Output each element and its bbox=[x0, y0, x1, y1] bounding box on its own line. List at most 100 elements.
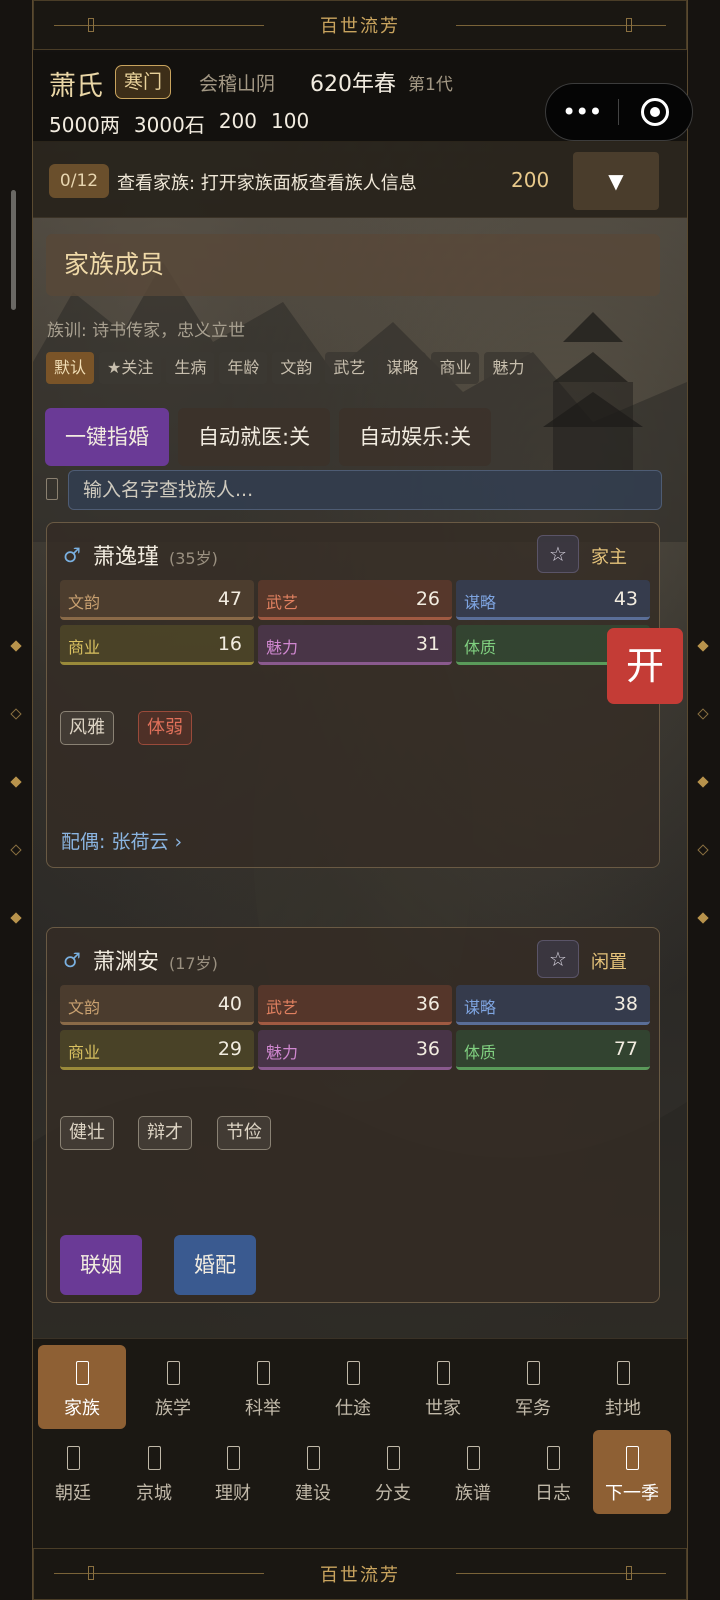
alliance-marriage-button[interactable]: 联姻 bbox=[60, 1235, 142, 1295]
section-title: 家族成员 bbox=[46, 234, 660, 296]
nav-clan-school[interactable]: 族学 bbox=[129, 1345, 217, 1429]
log-icon bbox=[546, 1446, 560, 1470]
top-banner: 百世流芳 bbox=[33, 0, 687, 50]
trait-tag: 辩才 bbox=[138, 1116, 192, 1150]
diamond-ornament bbox=[697, 776, 709, 788]
filter-age[interactable]: 年龄 bbox=[219, 352, 268, 384]
military-icon bbox=[526, 1361, 540, 1385]
bottom-banner: 百世流芳 bbox=[33, 1548, 687, 1600]
search-row bbox=[46, 470, 662, 510]
influence-resource: 100 bbox=[271, 109, 310, 133]
capital-icon bbox=[147, 1446, 161, 1470]
member-name: 萧逸瑾 bbox=[93, 545, 160, 570]
build-icon bbox=[306, 1446, 320, 1470]
grain-resource: 3000石 bbox=[133, 113, 205, 137]
filter-commerce[interactable]: 商业 bbox=[431, 352, 480, 384]
nav-build[interactable]: 建设 bbox=[273, 1430, 353, 1514]
stat-strategy: 谋略 43 bbox=[456, 580, 650, 620]
quest-expand-button[interactable]: ▼ bbox=[573, 152, 659, 210]
member-search-input[interactable] bbox=[68, 470, 662, 510]
more-menu-icon[interactable]: ••• bbox=[546, 84, 618, 140]
member-role: 家主 bbox=[591, 547, 627, 568]
diamond-ornament bbox=[10, 844, 22, 856]
filter-favorite[interactable]: ★关注 bbox=[99, 352, 162, 384]
banner-title: 百世流芳 bbox=[320, 1565, 400, 1586]
left-rail bbox=[0, 0, 33, 1600]
stat-literature: 文韵 40 bbox=[60, 985, 254, 1025]
quest-bar[interactable]: 0/12 查看家族: 打开家族面板查看族人信息 200 ▼ bbox=[33, 142, 687, 218]
family-icon bbox=[75, 1361, 89, 1385]
house-icon bbox=[436, 1361, 450, 1385]
arrange-marriage-button[interactable]: 婚配 bbox=[174, 1235, 256, 1295]
exam-icon bbox=[256, 1361, 270, 1385]
next-season-button[interactable]: 下一季 bbox=[593, 1430, 671, 1514]
genealogy-icon bbox=[466, 1446, 480, 1470]
bottom-nav: 家族 族学 科举 仕途 世家 军务 封地 朝廷 京城 理财 建设 分支 族谱 日… bbox=[33, 1338, 687, 1548]
member-card[interactable]: ♂ 萧渊安 (17岁) ☆ 闲置 文韵 40 武艺 36 谋略 38 商业 29 魅力 3… bbox=[46, 927, 660, 1303]
main-content: 0/12 查看家族: 打开家族面板查看族人信息 200 ▼ 家族成员 族训: 诗… bbox=[33, 142, 687, 1338]
member-role: 闲置 bbox=[591, 952, 627, 973]
close-miniprogram-icon[interactable] bbox=[619, 98, 693, 126]
member-card[interactable]: ♂ 萧逸瑾 (35岁) ☆ 家主 文韵 47 武艺 26 谋略 43 商业 16 魅力 3… bbox=[46, 522, 660, 868]
nav-finance[interactable]: 理财 bbox=[193, 1430, 273, 1514]
auto-leisure-toggle[interactable]: 自动娱乐:关 bbox=[339, 408, 492, 466]
member-age: (17岁) bbox=[169, 954, 218, 973]
quest-progress: 0/12 bbox=[49, 164, 109, 198]
stat-martial: 武艺 36 bbox=[258, 985, 452, 1025]
scrollbar-thumb[interactable] bbox=[11, 190, 16, 310]
nav-genealogy[interactable]: 族谱 bbox=[433, 1430, 513, 1514]
prestige-resource: 200 bbox=[218, 109, 257, 133]
favorite-star-button[interactable]: ☆ bbox=[537, 535, 579, 573]
nav-noble-houses[interactable]: 世家 bbox=[399, 1345, 487, 1429]
rank-badge: 寒门 bbox=[115, 65, 172, 99]
member-age: (35岁) bbox=[169, 549, 218, 568]
right-rail bbox=[687, 0, 720, 1600]
filter-strategy[interactable]: 谋略 bbox=[378, 352, 427, 384]
search-icon bbox=[46, 478, 58, 500]
resource-bar: 5000两 3000石 200 100 bbox=[49, 109, 309, 138]
spouse-link[interactable]: 配偶: 张荷云 › bbox=[61, 827, 182, 854]
clan-header: 萧氏 寒门 会稽山阴 620年春 第1代 5000两 3000石 200 100… bbox=[33, 52, 693, 142]
filter-default[interactable]: 默认 bbox=[46, 352, 95, 384]
diamond-ornament bbox=[697, 708, 709, 720]
male-icon: ♂ bbox=[63, 948, 81, 972]
nav-exam[interactable]: 科举 bbox=[219, 1345, 307, 1429]
diamond-ornament bbox=[10, 708, 22, 720]
nav-capital[interactable]: 京城 bbox=[114, 1430, 194, 1514]
quest-text: 查看家族: 打开家族面板查看族人信息 bbox=[117, 173, 417, 194]
career-icon bbox=[346, 1361, 360, 1385]
auto-marriage-button[interactable]: 一键指婚 bbox=[45, 408, 169, 466]
nav-log[interactable]: 日志 bbox=[513, 1430, 593, 1514]
next-season-icon bbox=[625, 1446, 639, 1470]
filter-sick[interactable]: 生病 bbox=[166, 352, 215, 384]
diamond-ornament bbox=[697, 912, 709, 924]
miniprogram-capsule: ••• bbox=[545, 83, 693, 141]
filter-charm[interactable]: 魅力 bbox=[484, 352, 533, 384]
diamond-ornament bbox=[10, 776, 22, 788]
member-name: 萧渊安 bbox=[93, 950, 160, 975]
stat-martial: 武艺 26 bbox=[258, 580, 452, 620]
male-icon: ♂ bbox=[63, 543, 81, 567]
trait-tag: 风雅 bbox=[60, 711, 114, 745]
filter-martial[interactable]: 武艺 bbox=[325, 352, 374, 384]
open-badge-button[interactable]: 开 bbox=[607, 628, 683, 704]
nav-court[interactable]: 朝廷 bbox=[33, 1430, 113, 1514]
quest-reward: 200 bbox=[511, 168, 550, 192]
stat-commerce: 商业 29 bbox=[60, 1030, 254, 1070]
banner-title: 百世流芳 bbox=[320, 16, 400, 37]
nav-fief[interactable]: 封地 bbox=[579, 1345, 667, 1429]
clan-name: 萧氏 bbox=[49, 71, 103, 102]
stat-strategy: 谋略 38 bbox=[456, 985, 650, 1025]
filter-literature[interactable]: 文韵 bbox=[272, 352, 321, 384]
nav-military[interactable]: 军务 bbox=[489, 1345, 577, 1429]
fief-icon bbox=[616, 1361, 630, 1385]
action-bar: 一键指婚 自动就医:关 自动娱乐:关 bbox=[45, 408, 492, 466]
nav-career[interactable]: 仕途 bbox=[309, 1345, 397, 1429]
location-label: 会稽山阴 bbox=[199, 73, 276, 95]
favorite-star-button[interactable]: ☆ bbox=[537, 940, 579, 978]
auto-medical-toggle[interactable]: 自动就医:关 bbox=[178, 408, 331, 466]
nav-family[interactable]: 家族 bbox=[38, 1345, 126, 1429]
trait-tag-negative: 体弱 bbox=[138, 711, 192, 745]
generation-label: 第1代 bbox=[408, 75, 453, 95]
nav-branch[interactable]: 分支 bbox=[353, 1430, 433, 1514]
